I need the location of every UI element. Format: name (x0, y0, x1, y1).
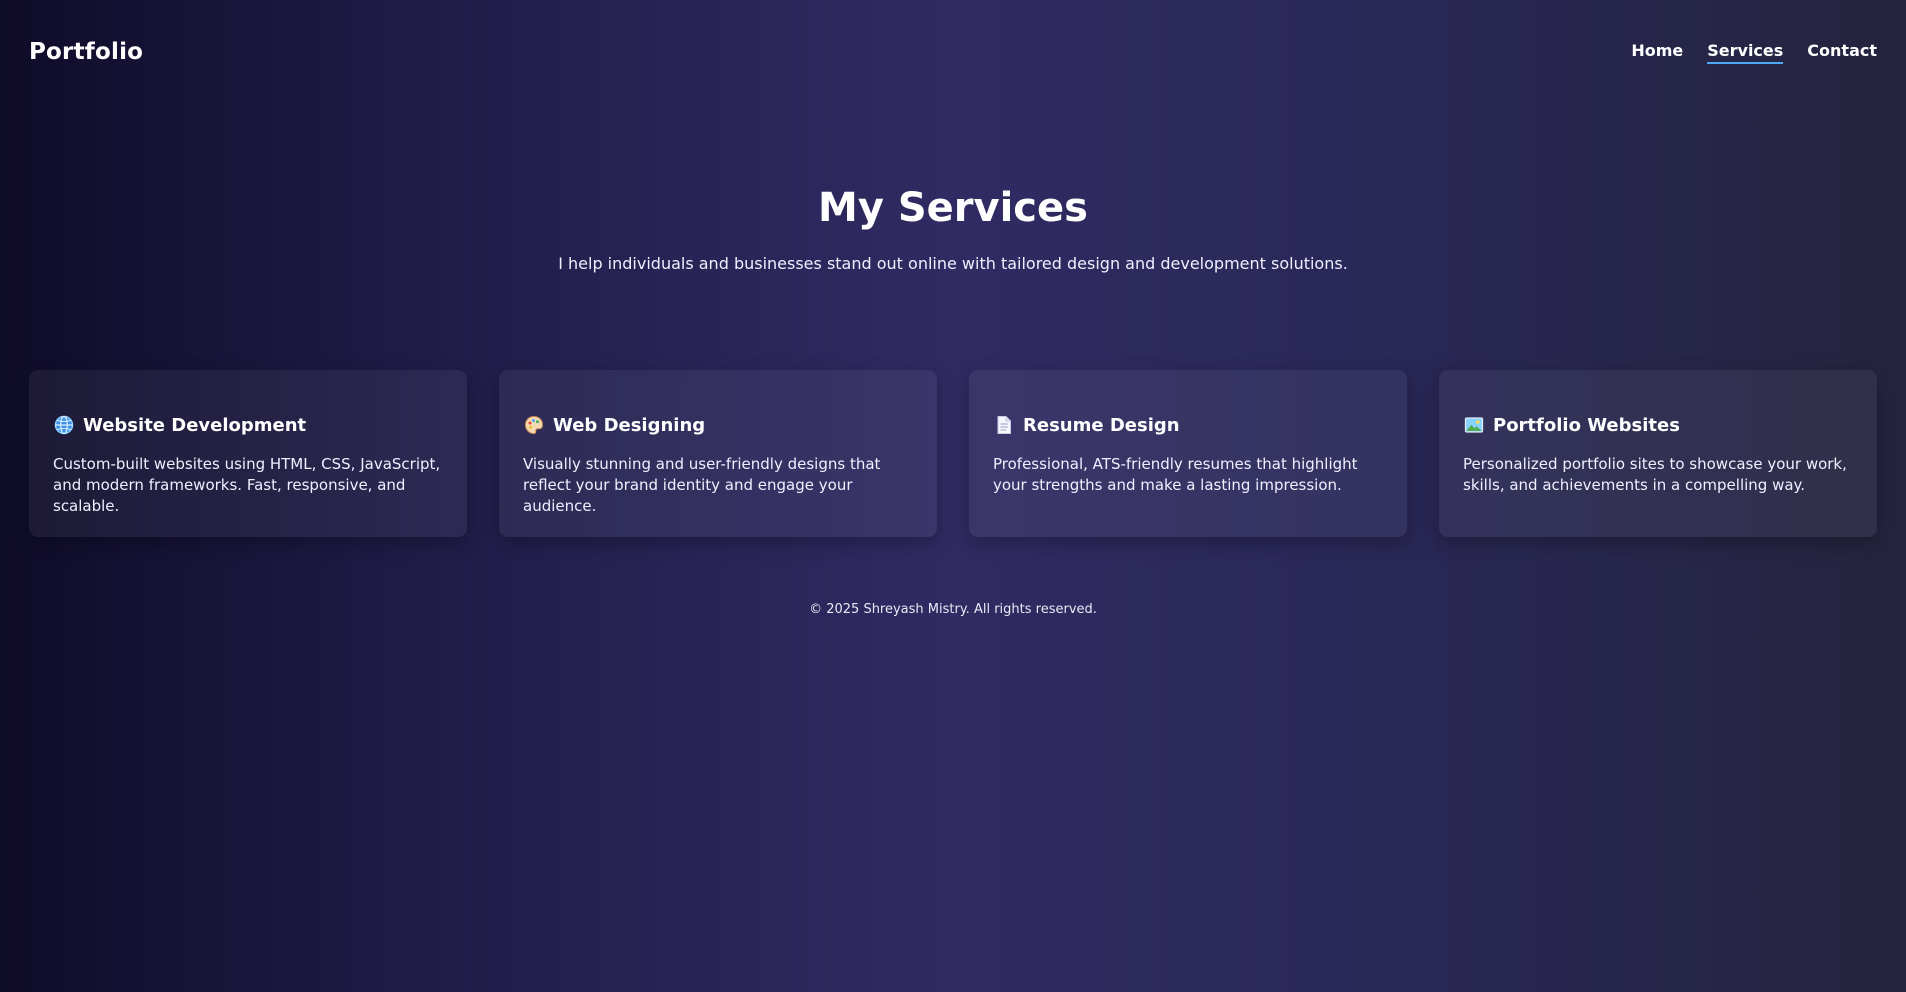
palette-icon (523, 414, 545, 436)
service-card-description: Personalized portfolio sites to showcase… (1463, 455, 1847, 494)
page-title: My Services (818, 185, 1088, 231)
service-card-title: Portfolio Websites (1493, 414, 1680, 436)
service-card-title: Resume Design (1023, 414, 1180, 436)
service-card-title: Web Designing (553, 414, 706, 436)
footer: © 2025 Shreyash Mistry. All rights reser… (0, 602, 1906, 617)
service-card-portfolio-websites: Portfolio Websites Personalized portfoli… (1439, 370, 1877, 537)
picture-icon (1463, 414, 1485, 436)
copyright-text: © 2025 Shreyash Mistry. All rights reser… (809, 602, 1097, 617)
nav-links: Home Services Contact (1631, 41, 1877, 64)
service-card-title: Website Development (83, 414, 307, 436)
service-card-resume-design: Resume Design Professional, ATS-friendly… (969, 370, 1407, 537)
nav-link-contact[interactable]: Contact (1807, 41, 1877, 64)
service-card-description: Custom-built websites using HTML, CSS, J… (53, 455, 441, 515)
service-card-title-row: Web Designing (523, 414, 913, 436)
service-card-description: Professional, ATS-friendly resumes that … (993, 455, 1358, 494)
nav-link-services[interactable]: Services (1707, 41, 1784, 64)
services-grid: Website Development Custom-built website… (29, 370, 1877, 537)
service-card-description: Visually stunning and user-friendly desi… (523, 455, 881, 515)
nav-link-home[interactable]: Home (1631, 41, 1683, 64)
service-card-title-row: Website Development (53, 414, 443, 436)
service-card-website-development: Website Development Custom-built website… (29, 370, 467, 537)
logo[interactable]: Portfolio (29, 39, 143, 65)
globe-icon (53, 414, 75, 436)
service-card-title-row: Resume Design (993, 414, 1383, 436)
top-navbar: Portfolio Home Services Contact (0, 0, 1906, 104)
page-subtitle: I help individuals and businesses stand … (558, 254, 1348, 273)
services-hero: My Services I help individuals and busin… (0, 186, 1906, 273)
document-icon (993, 414, 1015, 436)
service-card-title-row: Portfolio Websites (1463, 414, 1853, 436)
service-card-web-designing: Web Designing Visually stunning and user… (499, 370, 937, 537)
